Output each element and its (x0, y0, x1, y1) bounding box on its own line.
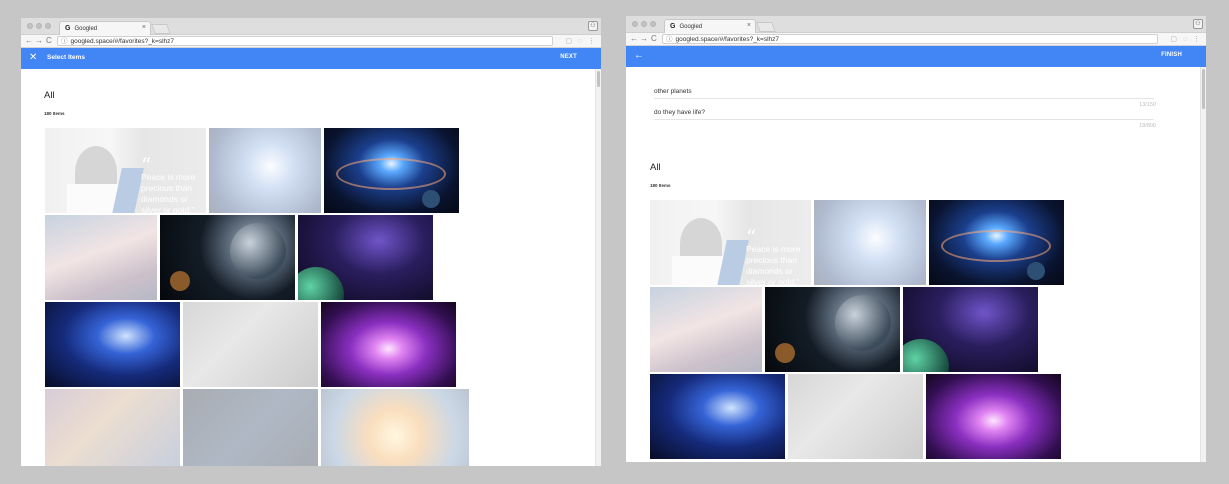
gallery-image-blue-nebula[interactable] (45, 302, 180, 387)
gallery-image-grey-space[interactable] (788, 374, 923, 459)
close-window-dot[interactable] (27, 23, 33, 29)
site-info-icon[interactable]: ⓘ (61, 38, 68, 45)
gallery-image-veil[interactable] (650, 287, 762, 372)
app-bar: ← FINISH (626, 46, 1206, 67)
gallery-image-orange-nebula[interactable] (321, 389, 469, 466)
gallery-image-green-planet[interactable] (903, 287, 1038, 372)
gallery-image-nebula[interactable] (209, 128, 321, 213)
title-field[interactable]: other planets (654, 88, 1154, 99)
quote-line: precious than (141, 183, 193, 193)
description-field[interactable]: do they have life? (654, 109, 1154, 120)
quote-line: silver or gold.” (746, 277, 800, 287)
browser-tab[interactable]: G Googled × (59, 21, 151, 35)
window-controls[interactable] (632, 21, 656, 27)
close-icon[interactable]: ✕ (29, 52, 37, 63)
browser-window-select: G Googled × ⚇ ← → C ⓘ googled.space/#/fav… (21, 18, 601, 466)
browser-toolbar: ← → C ⓘ googled.space/#/favorites?_k=slhz… (21, 35, 601, 48)
extension-icons[interactable]: ▢ ◌ ⋮ (565, 37, 597, 45)
tab-title: Googled (74, 25, 98, 32)
gallery-image-purple-nebula[interactable] (926, 374, 1061, 459)
quote-line: diamonds or (746, 266, 793, 276)
gallery-image-veil[interactable] (45, 215, 157, 300)
quote-line: Peace is more (141, 172, 196, 182)
scrollbar[interactable] (595, 69, 601, 466)
zoom-window-dot[interactable] (45, 23, 51, 29)
window-controls[interactable] (27, 23, 51, 29)
gallery-image-planets[interactable] (160, 215, 295, 300)
google-favicon-icon: G (670, 23, 676, 30)
quote-line: Peace is more (746, 244, 801, 254)
quote-text: “ Peace is more precious than diamonds o… (141, 153, 196, 215)
url-text: googled.space/#/favorites?_k=slhz7 (675, 36, 780, 43)
scrollbar-thumb[interactable] (597, 71, 600, 87)
tab-close-icon[interactable]: × (747, 22, 751, 29)
extension-icons[interactable]: ▢ ◌ ⋮ (1170, 35, 1202, 43)
form-content: other planets 13/150 do they have life? … (626, 68, 1200, 462)
scrollbar-thumb[interactable] (1202, 69, 1205, 109)
gallery-image-blue-nebula[interactable] (650, 374, 785, 459)
browser-window-finish: G Googled × ⚇ ← → C ⓘ googled.space/#/fav… (626, 16, 1206, 462)
finish-button[interactable]: FINISH (1161, 52, 1182, 58)
gallery-image-dust[interactable] (45, 389, 180, 466)
back-icon[interactable]: ← (630, 34, 638, 43)
url-text: googled.space/#/favorites?_k=slhz7 (70, 38, 175, 45)
gallery-image-dark-space[interactable] (183, 389, 318, 466)
quote-line: silver or gold.” (141, 205, 195, 215)
arrow-back-icon[interactable]: ← (634, 50, 644, 61)
gallery-image-planets[interactable] (765, 287, 900, 372)
google-favicon-icon: G (65, 25, 71, 32)
gallery-image-purple-nebula[interactable] (321, 302, 456, 387)
tab-title: Googled (679, 23, 703, 30)
close-window-dot[interactable] (632, 21, 638, 27)
browser-tabstrip: G Googled × ⚇ (626, 16, 1206, 33)
item-count: 180 Items (44, 111, 65, 116)
gallery-image-galaxy[interactable] (929, 200, 1064, 285)
minimize-window-dot[interactable] (36, 23, 42, 29)
app-bar: ✕ Select Items NEXT (21, 48, 601, 69)
new-tab-button[interactable] (151, 24, 171, 34)
new-tab-button[interactable] (756, 22, 776, 32)
app-bar-title: Select Items (47, 54, 85, 61)
site-info-icon[interactable]: ⓘ (666, 36, 673, 43)
tab-close-icon[interactable]: × (142, 24, 146, 31)
address-bar[interactable]: ⓘ googled.space/#/favorites?_k=slhz7 (662, 34, 1158, 44)
browser-toolbar: ← → C ⓘ googled.space/#/favorites?_k=slhz… (626, 33, 1206, 46)
zoom-window-dot[interactable] (650, 21, 656, 27)
reload-icon[interactable]: C (651, 34, 657, 43)
gallery-heading: All (650, 162, 661, 173)
item-count: 180 Items (650, 183, 671, 188)
minimize-window-dot[interactable] (641, 21, 647, 27)
gallery-image-grey-space[interactable] (183, 302, 318, 387)
scrollbar[interactable] (1200, 67, 1206, 462)
gallery-image-nebula[interactable] (814, 200, 926, 285)
quote-text: “ Peace is more precious than diamonds o… (746, 225, 801, 287)
forward-icon[interactable]: → (35, 36, 43, 45)
address-bar[interactable]: ⓘ googled.space/#/favorites?_k=slhz7 (57, 36, 553, 46)
reload-icon[interactable]: C (46, 36, 52, 45)
gallery-image-galaxy[interactable] (324, 128, 459, 213)
browser-tabstrip: G Googled × ⚇ (21, 18, 601, 35)
title-char-counter: 13/150 (1139, 102, 1156, 108)
quote-line: precious than (746, 255, 798, 265)
profile-icon[interactable]: ⚇ (1193, 19, 1203, 29)
gallery-content: All 180 Items “ Peace is more precious t… (21, 70, 595, 466)
quote-line: diamonds or (141, 194, 188, 204)
gallery-image-green-planet[interactable] (298, 215, 433, 300)
browser-tab[interactable]: G Googled × (664, 19, 756, 33)
profile-icon[interactable]: ⚇ (588, 21, 598, 31)
forward-icon[interactable]: → (640, 34, 648, 43)
back-icon[interactable]: ← (25, 36, 33, 45)
next-button[interactable]: NEXT (560, 54, 577, 60)
gallery-heading: All (44, 90, 55, 101)
description-char-counter: 18/800 (1139, 123, 1156, 129)
